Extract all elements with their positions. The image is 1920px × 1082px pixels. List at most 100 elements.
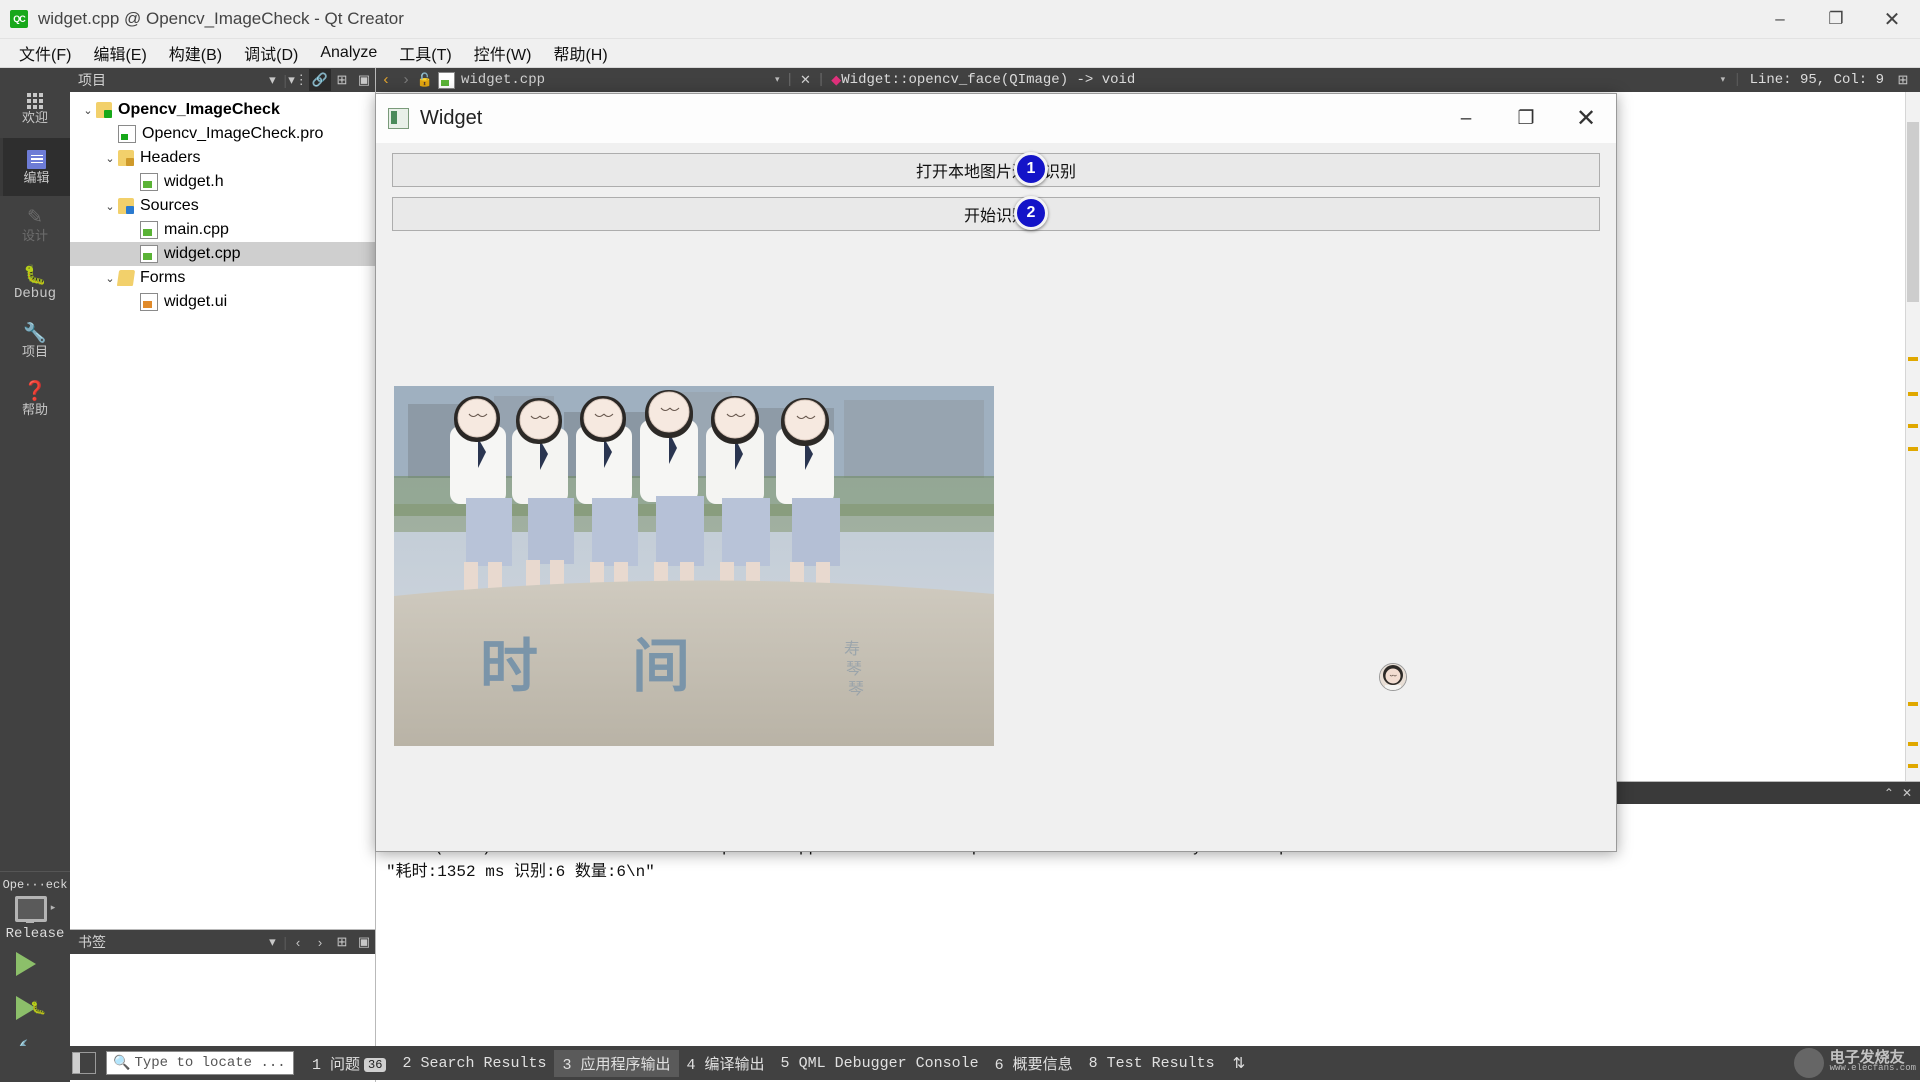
- mode-help[interactable]: ❓ 帮助: [0, 370, 70, 428]
- menu-tools[interactable]: 工具(T): [388, 38, 462, 68]
- bookmarks-split-icon[interactable]: ⊞: [331, 931, 353, 953]
- output-tab-test-results[interactable]: 8 Test Results: [1081, 1052, 1223, 1075]
- window-minimize-button[interactable]: –: [1752, 0, 1808, 38]
- output-tabs-more-button[interactable]: ⇅: [1233, 1054, 1246, 1073]
- result-image: 时 间 寿 琴 琴: [394, 386, 994, 746]
- dialog-minimize-button[interactable]: –: [1436, 94, 1496, 143]
- menu-analyze[interactable]: Analyze: [309, 41, 388, 65]
- editor-forward-button[interactable]: ›: [396, 72, 416, 89]
- tree-item-sources[interactable]: ⌄Sources: [70, 194, 375, 218]
- debug-button[interactable]: 🐛: [0, 986, 70, 1030]
- menu-window[interactable]: 控件(W): [463, 38, 543, 68]
- output-tab-number: 1: [312, 1057, 330, 1074]
- mode-edit[interactable]: 编辑: [0, 138, 70, 196]
- editor-back-button[interactable]: ‹: [376, 72, 396, 89]
- project-panel-caret-icon[interactable]: ▾: [261, 69, 283, 91]
- desktop-kit-icon: [15, 896, 47, 922]
- filter-icon[interactable]: ▾⋮: [287, 69, 309, 91]
- scroll-mark: [1908, 447, 1918, 451]
- start-recognition-button[interactable]: 开始识别 2: [392, 197, 1600, 231]
- dialog-close-button[interactable]: ✕: [1556, 94, 1616, 143]
- menu-file[interactable]: 文件(F): [8, 38, 82, 68]
- menu-help[interactable]: 帮助(H): [542, 38, 618, 68]
- kit-selector[interactable]: Ope···eck ▸ Release: [0, 871, 70, 942]
- mode-projects[interactable]: 🔧 项目: [0, 312, 70, 370]
- pro-file-icon: [118, 125, 136, 143]
- menu-debug[interactable]: 调试(D): [233, 38, 309, 68]
- menu-edit[interactable]: 编辑(E): [82, 38, 157, 68]
- run-button[interactable]: [0, 942, 70, 986]
- symbol-caret-icon[interactable]: ▾: [1721, 75, 1726, 85]
- tree-item-forms[interactable]: ⌄Forms: [70, 266, 375, 290]
- mode-selector-bar: 欢迎 编辑 ✎ 设计 🐛 Debug 🔧 项目 ❓ 帮助: [0, 68, 70, 1082]
- twisty-icon[interactable]: ⌄: [102, 200, 118, 213]
- kit-build-config: Release: [6, 926, 65, 942]
- status-bar: 🔍 Type to locate ... 1 问题362 Search Resu…: [0, 1046, 1920, 1080]
- tree-item-widget-ui[interactable]: widget.ui: [70, 290, 375, 314]
- bookmarks-popout-icon[interactable]: ▣: [353, 931, 375, 953]
- tree-item-label: widget.h: [164, 173, 224, 191]
- bookmarks-header: 书签 ▾ | ‹ › ⊞ ▣: [70, 930, 375, 954]
- twisty-icon[interactable]: ⌄: [80, 104, 96, 117]
- cropped-face-thumbnail: [1379, 663, 1407, 691]
- output-close-button[interactable]: ✕: [1902, 786, 1912, 800]
- output-tab-search-results[interactable]: 2 Search Results: [394, 1052, 554, 1075]
- editor-scrollbar[interactable]: [1905, 92, 1920, 781]
- mode-design[interactable]: ✎ 设计: [0, 196, 70, 254]
- editor-split-icon[interactable]: ⊞: [1892, 69, 1914, 91]
- title-bar: QC widget.cpp @ Opencv_ImageCheck - Qt C…: [0, 0, 1920, 39]
- twisty-icon[interactable]: ⌄: [102, 272, 118, 285]
- scroll-mark: [1908, 764, 1918, 768]
- output-tab-qml-debugger-console[interactable]: 5 QML Debugger Console: [773, 1052, 987, 1075]
- project-panel-header: 项目 ▾ | ▾⋮ 🔗 ⊞ ▣: [70, 68, 375, 92]
- line-col-indicator[interactable]: Line: 95, Col: 9: [1750, 72, 1884, 88]
- output-tab--[interactable]: 3 应用程序输出: [554, 1050, 678, 1077]
- output-pane-tabs: 1 问题362 Search Results3 应用程序输出4 编译输出5 QM…: [304, 1050, 1223, 1077]
- output-tab--[interactable]: 6 概要信息: [987, 1050, 1081, 1077]
- mode-welcome[interactable]: 欢迎: [0, 80, 70, 138]
- editor-symbol-combo[interactable]: Widget::opencv_face(QImage) -> void: [841, 72, 1135, 88]
- project-panel: 项目 ▾ | ▾⋮ 🔗 ⊞ ▣ ⌄ Opencv_ImageCheck Opencv…: [70, 68, 376, 1082]
- bookmarks-caret-icon[interactable]: ▾: [261, 931, 283, 953]
- unlock-icon[interactable]: 🔓: [416, 73, 434, 88]
- window-close-button[interactable]: ✕: [1864, 0, 1920, 38]
- output-tab--[interactable]: 1 问题36: [304, 1050, 394, 1077]
- scrollbar-thumb[interactable]: [1907, 122, 1919, 302]
- tree-item-main-cpp[interactable]: main.cpp: [70, 218, 375, 242]
- twisty-icon[interactable]: ⌄: [102, 152, 118, 165]
- question-icon: ❓: [23, 382, 47, 401]
- open-local-image-label: 打开本地图片进行识别: [916, 158, 1076, 182]
- locator-input[interactable]: 🔍 Type to locate ...: [106, 1051, 294, 1075]
- editor-toolbar: ‹ › 🔓 widget.cpp ▾ | ✕ | ◆ Widget::openc…: [376, 68, 1920, 92]
- bookmarks-next-button[interactable]: ›: [309, 931, 331, 953]
- dialog-maximize-button[interactable]: ❐: [1496, 94, 1556, 143]
- headers-folder-icon: [118, 150, 134, 166]
- project-tree: ⌄Opencv_ImageCheckOpencv_ImageCheck.pro⌄…: [70, 92, 375, 929]
- open-local-image-button[interactable]: 打开本地图片进行识别 1: [392, 153, 1600, 187]
- popout-icon[interactable]: ▣: [353, 69, 375, 91]
- editor-file-combo[interactable]: widget.cpp: [434, 72, 545, 89]
- link-icon[interactable]: 🔗: [309, 69, 331, 91]
- editor-close-button[interactable]: ✕: [800, 73, 811, 88]
- tree-item-widget-cpp[interactable]: widget.cpp: [70, 242, 375, 266]
- window-maximize-button[interactable]: ❐: [1808, 0, 1864, 38]
- split-icon[interactable]: ⊞: [331, 69, 353, 91]
- output-collapse-button[interactable]: ⌃: [1884, 786, 1894, 800]
- scroll-mark: [1908, 702, 1918, 706]
- output-tab-label: QML Debugger Console: [799, 1055, 979, 1072]
- tree-item-opencv-imagecheck[interactable]: ⌄ Opencv_ImageCheck: [70, 98, 375, 122]
- output-tab--[interactable]: 4 编译输出: [679, 1050, 773, 1077]
- tree-item-opencv-imagecheck-pro[interactable]: Opencv_ImageCheck.pro: [70, 122, 375, 146]
- qt-widget-icon: [388, 108, 409, 129]
- tree-item-headers[interactable]: ⌄Headers: [70, 146, 375, 170]
- bookmarks-prev-button[interactable]: ‹: [287, 931, 309, 953]
- tree-item-widget-h[interactable]: widget.h: [70, 170, 375, 194]
- tree-item-label: Opencv_ImageCheck: [118, 101, 280, 119]
- tree-item-label: main.cpp: [164, 221, 229, 239]
- menu-build[interactable]: 构建(B): [158, 38, 233, 68]
- svg-text:琴: 琴: [846, 659, 862, 678]
- editor-status: ▾ | Line: 95, Col: 9 ⊞: [1721, 69, 1920, 91]
- sidebar-toggle-icon[interactable]: [72, 1052, 96, 1074]
- output-tab-number: 4: [687, 1057, 705, 1074]
- mode-debug[interactable]: 🐛 Debug: [0, 254, 70, 312]
